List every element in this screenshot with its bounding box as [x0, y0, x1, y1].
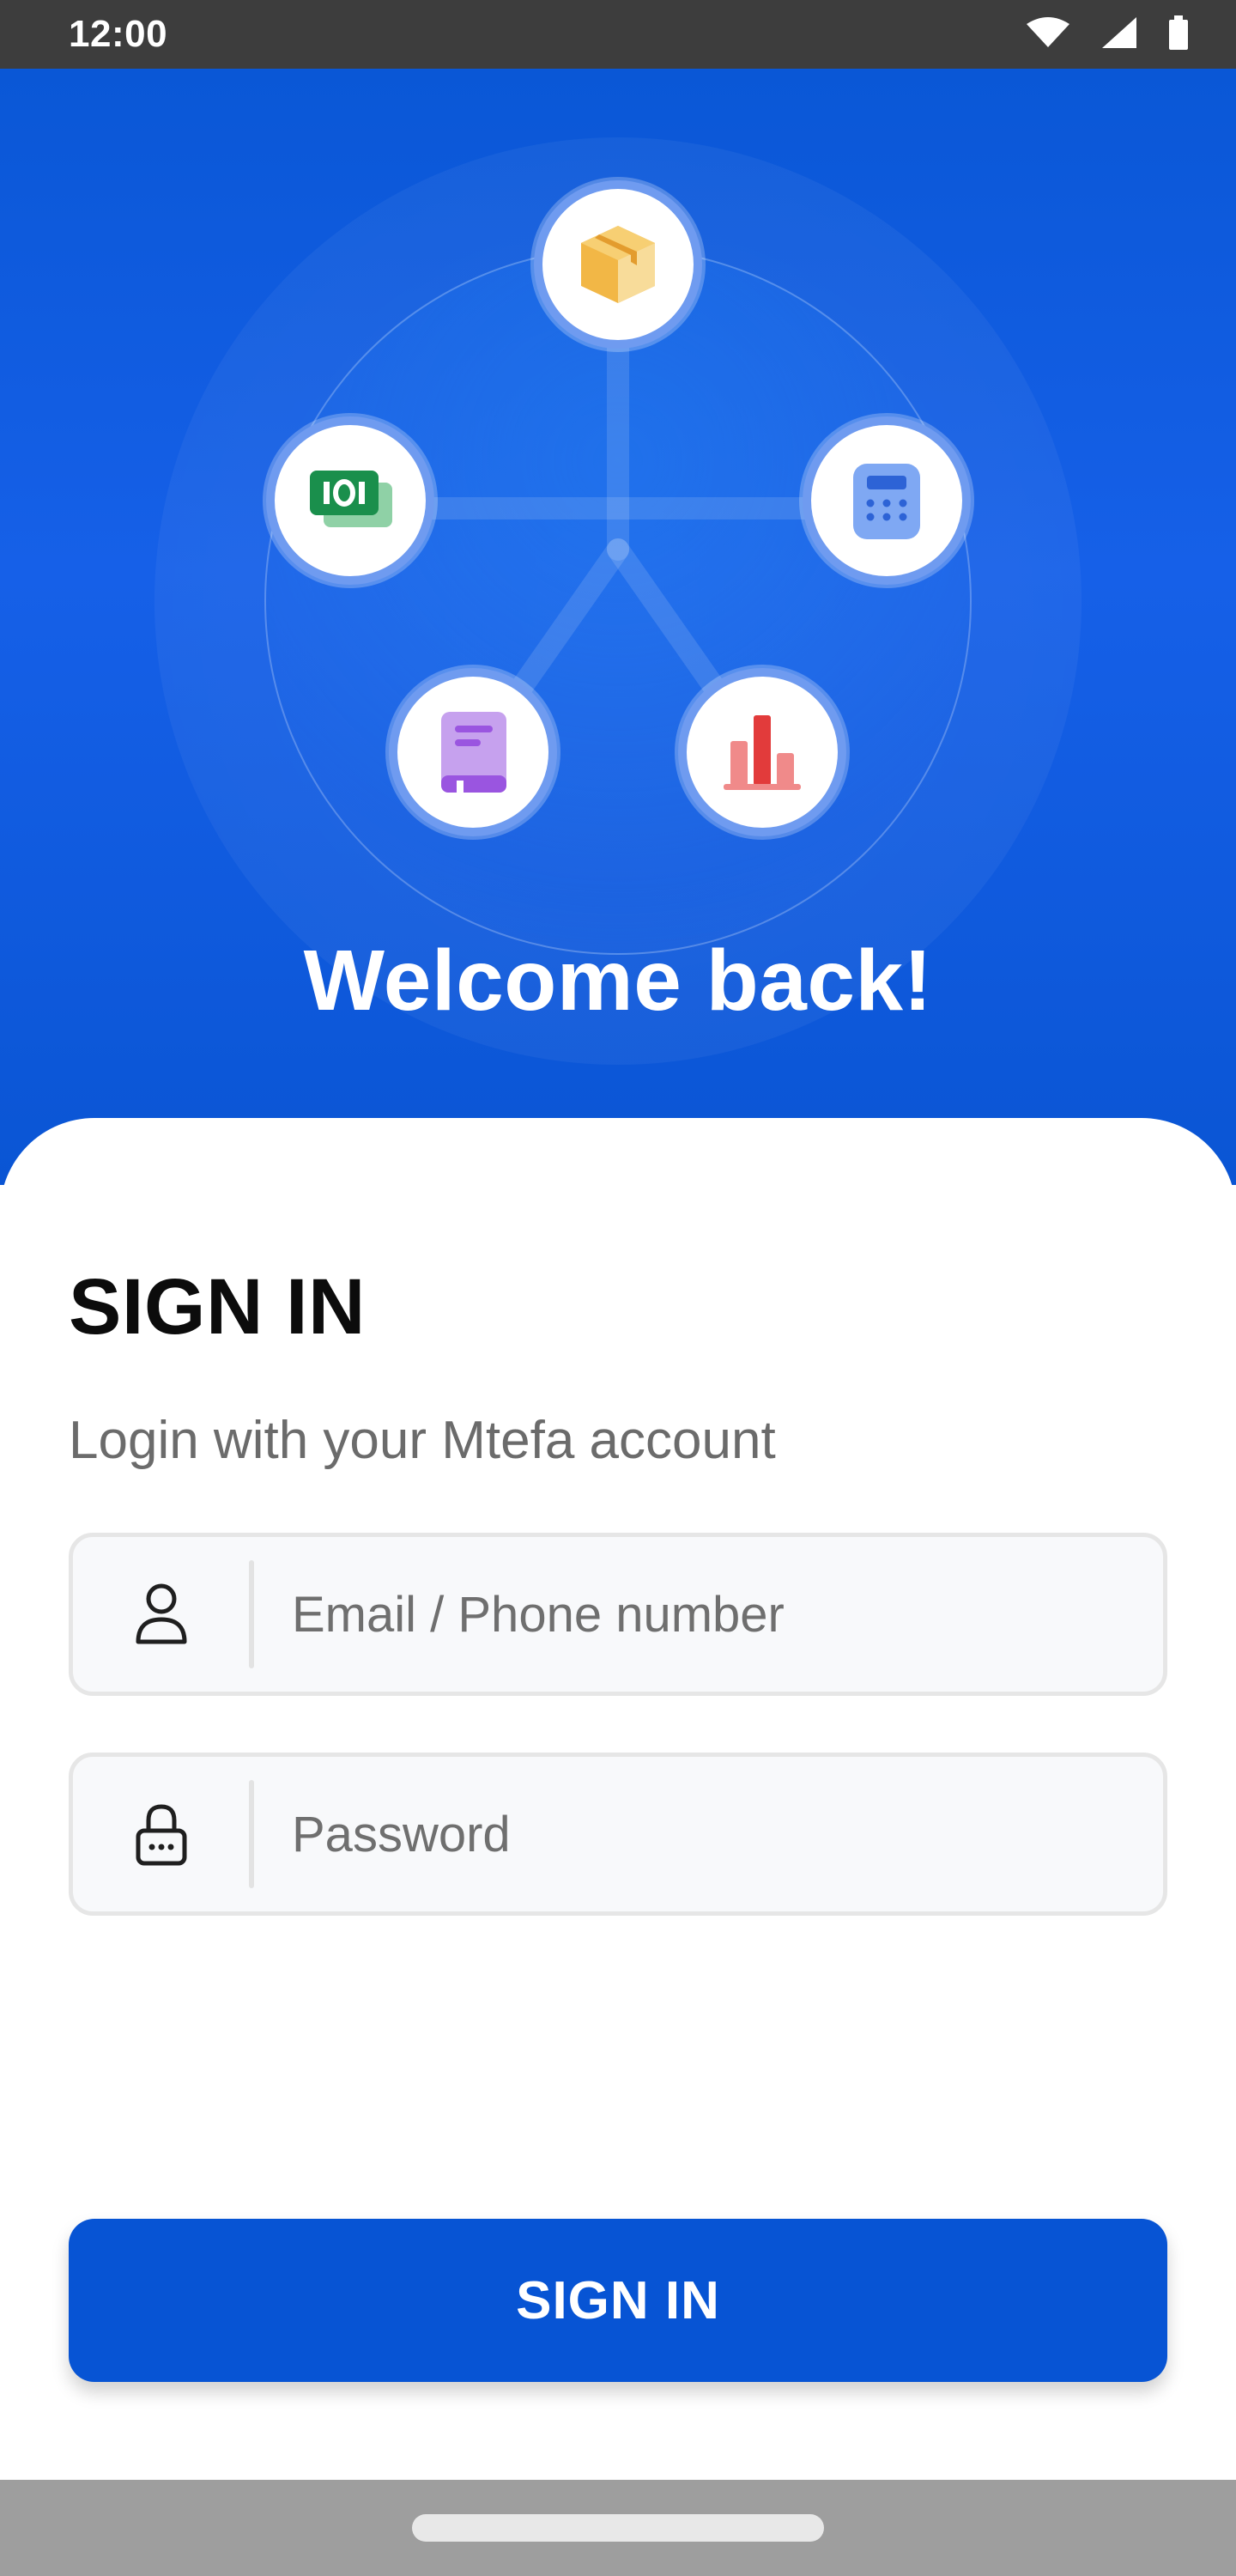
email-input[interactable] — [254, 1537, 1163, 1692]
user-icon — [136, 1583, 186, 1644]
sign-in-button[interactable]: SIGN IN — [69, 2219, 1167, 2382]
bar-chart-icon — [724, 715, 801, 790]
cash-icon — [310, 471, 392, 527]
email-field-icon-wrap — [73, 1537, 249, 1692]
wifi-icon — [1027, 16, 1069, 52]
password-input[interactable] — [254, 1757, 1163, 1911]
page-title: SIGN IN — [69, 1263, 366, 1351]
book-icon — [441, 712, 506, 798]
signal-icon — [1102, 16, 1136, 52]
navigation-bar — [0, 2480, 1236, 2576]
login-screen: 12:00 Welcome back! SIGN IN Login with y… — [0, 0, 1236, 2576]
home-indicator[interactable] — [412, 2514, 824, 2542]
box-icon — [581, 226, 655, 303]
cash-node — [266, 416, 434, 585]
login-card: SIGN IN Login with your Mtefa account Em… — [0, 1118, 1236, 2480]
hero-banner: Welcome back! — [0, 69, 1236, 1185]
book-node — [389, 668, 557, 836]
bar-chart-node — [678, 668, 846, 836]
calculator-icon — [853, 464, 920, 539]
status-time: 12:00 — [69, 13, 168, 55]
email-field[interactable] — [69, 1533, 1167, 1696]
battery-icon — [1169, 15, 1188, 54]
page-subtitle: Login with your Mtefa account — [69, 1411, 776, 1470]
welcome-heading: Welcome back! — [303, 933, 933, 1029]
lock-icon — [136, 1804, 186, 1866]
box-node — [534, 180, 702, 349]
password-field-icon-wrap — [73, 1757, 249, 1911]
calculator-node — [803, 416, 971, 585]
password-field[interactable] — [69, 1753, 1167, 1916]
status-bar: 12:00 — [0, 0, 1236, 69]
status-icons — [1027, 15, 1188, 54]
